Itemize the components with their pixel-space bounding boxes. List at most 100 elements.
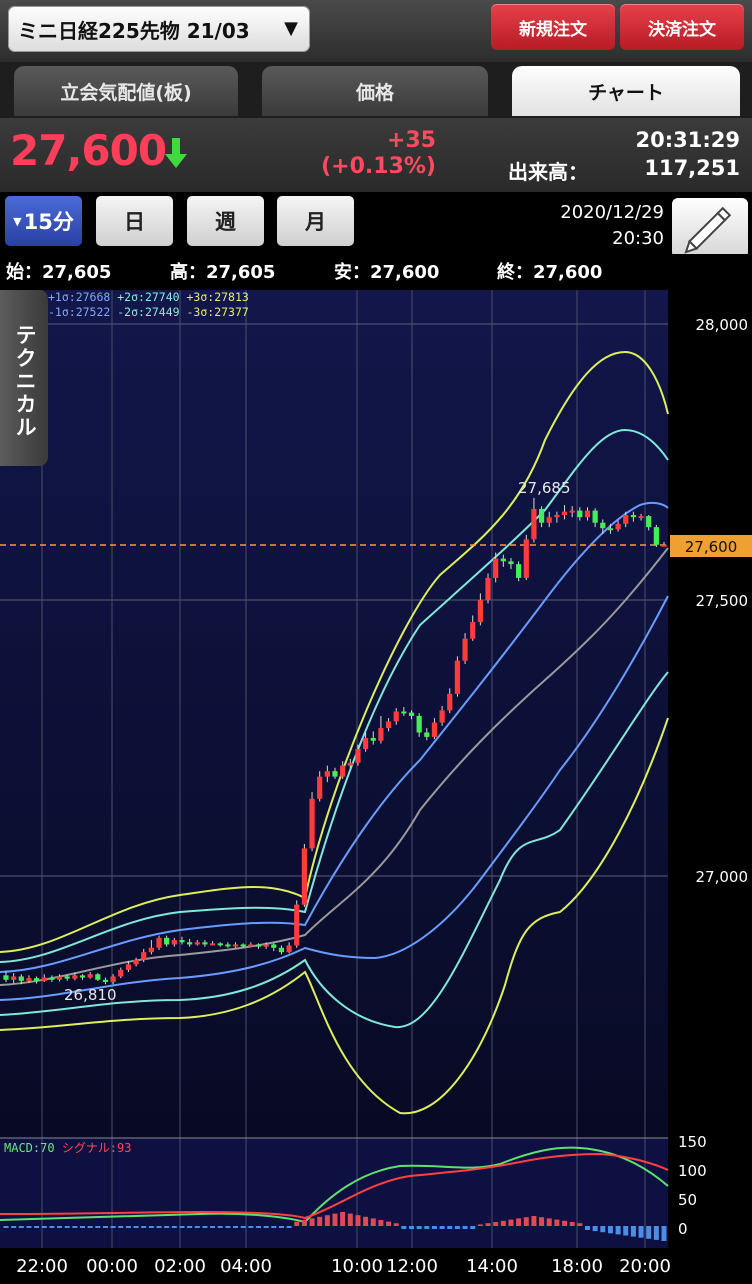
macd-histogram-bar bbox=[562, 1220, 568, 1226]
candle-body bbox=[11, 976, 17, 980]
candle-body bbox=[41, 977, 47, 981]
macd-histogram-bar bbox=[615, 1226, 621, 1235]
candle-body bbox=[340, 765, 346, 777]
bb-plus-1-value: +1σ:27668 bbox=[48, 290, 111, 304]
candle-body bbox=[615, 523, 621, 530]
macd-histogram-bar bbox=[347, 1213, 353, 1226]
macd-histogram-bar bbox=[301, 1220, 307, 1226]
macd-histogram-bar bbox=[102, 1226, 108, 1228]
low-value: 安：27,600 bbox=[334, 262, 440, 283]
macd-histogram-bar bbox=[638, 1226, 644, 1238]
dropdown-arrow-icon: ▼ bbox=[13, 214, 22, 228]
candle-body bbox=[217, 943, 223, 946]
candle-body bbox=[661, 544, 667, 547]
macd-histogram-bar bbox=[531, 1216, 537, 1226]
macd-histogram-bar bbox=[133, 1226, 139, 1228]
candle-body bbox=[408, 712, 415, 716]
macd-histogram-bar bbox=[523, 1217, 529, 1226]
candle-body bbox=[493, 558, 499, 578]
candle-body bbox=[179, 940, 185, 943]
macd-histogram-bar bbox=[18, 1226, 24, 1228]
x-axis-label: 12:00 bbox=[386, 1256, 438, 1277]
macd-histogram-bar bbox=[286, 1226, 292, 1228]
candle-body bbox=[607, 528, 614, 531]
tab-bar: 立会気配値(板) 価格 チャート bbox=[0, 62, 752, 118]
candle-body bbox=[332, 771, 338, 777]
macd-histogram-bar bbox=[661, 1226, 667, 1241]
macd-histogram-bar bbox=[240, 1226, 246, 1228]
technical-tab-label[interactable]: テクニカル bbox=[10, 324, 40, 439]
macd-histogram-bar bbox=[26, 1226, 32, 1228]
macd-value: MACD:70 bbox=[4, 1141, 55, 1155]
candle-body bbox=[355, 749, 361, 763]
candle-body bbox=[600, 522, 606, 529]
macd-histogram-bar bbox=[569, 1222, 575, 1226]
candle-body bbox=[64, 976, 70, 979]
x-axis-label: 10:00 bbox=[331, 1256, 383, 1277]
macd-histogram-bar bbox=[386, 1221, 392, 1226]
candle-body bbox=[592, 510, 598, 523]
macd-histogram-bar bbox=[424, 1226, 430, 1229]
candle-body bbox=[385, 721, 392, 729]
x-axis-label: 14:00 bbox=[466, 1256, 518, 1277]
tab-order-book[interactable]: 立会気配値(板) bbox=[14, 66, 238, 116]
macd-histogram-bar bbox=[324, 1215, 330, 1226]
candle-body bbox=[87, 974, 93, 978]
macd-histogram-bar bbox=[646, 1226, 652, 1239]
macd-histogram-bar bbox=[393, 1223, 399, 1226]
macd-histogram-bar bbox=[294, 1221, 300, 1226]
current-price-tag-label: 27,600 bbox=[685, 538, 738, 556]
macd-histogram-bar bbox=[233, 1226, 239, 1228]
candle-body bbox=[102, 979, 109, 982]
period-month-button[interactable]: 月 bbox=[277, 196, 354, 246]
candle-body bbox=[164, 937, 170, 945]
instrument-selector[interactable]: ミニ日経225先物 21/03 ▼ bbox=[8, 6, 310, 52]
macd-histogram-bar bbox=[41, 1226, 47, 1228]
chart-area[interactable]: 28,000 27,500 27,000 150 100 50 0 27,600 27,68… bbox=[0, 290, 752, 1280]
candle-body bbox=[309, 798, 315, 849]
candle-body bbox=[26, 978, 32, 981]
candle-body bbox=[347, 762, 353, 766]
candle-body bbox=[3, 975, 9, 980]
candle-body bbox=[516, 564, 522, 578]
macd-axis-label: 100 bbox=[678, 1162, 707, 1180]
candle-body bbox=[34, 978, 40, 981]
candle-body bbox=[110, 976, 116, 982]
settle-order-button[interactable]: 決済注文 bbox=[620, 4, 744, 50]
macd-histogram-bar bbox=[210, 1226, 216, 1228]
candle-body bbox=[79, 975, 86, 978]
candle-body bbox=[431, 722, 438, 737]
tab-price[interactable]: 価格 bbox=[262, 66, 488, 116]
quote-panel: 27,600 +35 (+0.13%) 20:31:29 出来高： 117,25… bbox=[0, 118, 752, 192]
plot-background bbox=[0, 290, 668, 1138]
candle-body bbox=[209, 943, 216, 946]
tab-chart[interactable]: チャート bbox=[512, 66, 740, 116]
pencil-icon bbox=[684, 206, 732, 254]
macd-histogram-bar bbox=[416, 1226, 422, 1229]
candle-body bbox=[470, 622, 476, 639]
candle-body bbox=[263, 944, 269, 947]
close-value: 終：27,600 bbox=[497, 262, 603, 283]
macd-histogram-bar bbox=[171, 1226, 177, 1228]
new-order-button[interactable]: 新規注文 bbox=[491, 4, 615, 50]
macd-histogram-bar bbox=[217, 1226, 223, 1228]
candle-body bbox=[95, 974, 101, 980]
candle-body bbox=[301, 848, 307, 905]
period-day-button[interactable]: 日 bbox=[96, 196, 173, 246]
period-15min-button[interactable]: ▼ 15分 bbox=[5, 196, 82, 246]
macd-histogram-bar bbox=[546, 1218, 552, 1226]
macd-histogram-bar bbox=[355, 1215, 361, 1226]
chart-date: 2020/12/29 bbox=[560, 202, 664, 223]
candle-body bbox=[202, 942, 208, 945]
macd-axis-label: 150 bbox=[678, 1133, 707, 1151]
macd-axis-label: 50 bbox=[678, 1191, 697, 1209]
period-week-button[interactable]: 週 bbox=[187, 196, 264, 246]
macd-histogram-bar bbox=[110, 1226, 116, 1228]
candle-body bbox=[477, 600, 483, 623]
bollinger-legend: +1σ:27668 +2σ:27740 +3σ:27813 -1σ:27522 … bbox=[48, 290, 249, 320]
macd-histogram-bar bbox=[125, 1226, 131, 1228]
ohlc-row: 始：27,605 高：27,605 安：27,600 終：27,600 bbox=[0, 254, 752, 290]
drawing-tool-button[interactable] bbox=[672, 198, 748, 258]
candle-body bbox=[125, 964, 132, 970]
x-axis-label: 00:00 bbox=[86, 1256, 138, 1277]
